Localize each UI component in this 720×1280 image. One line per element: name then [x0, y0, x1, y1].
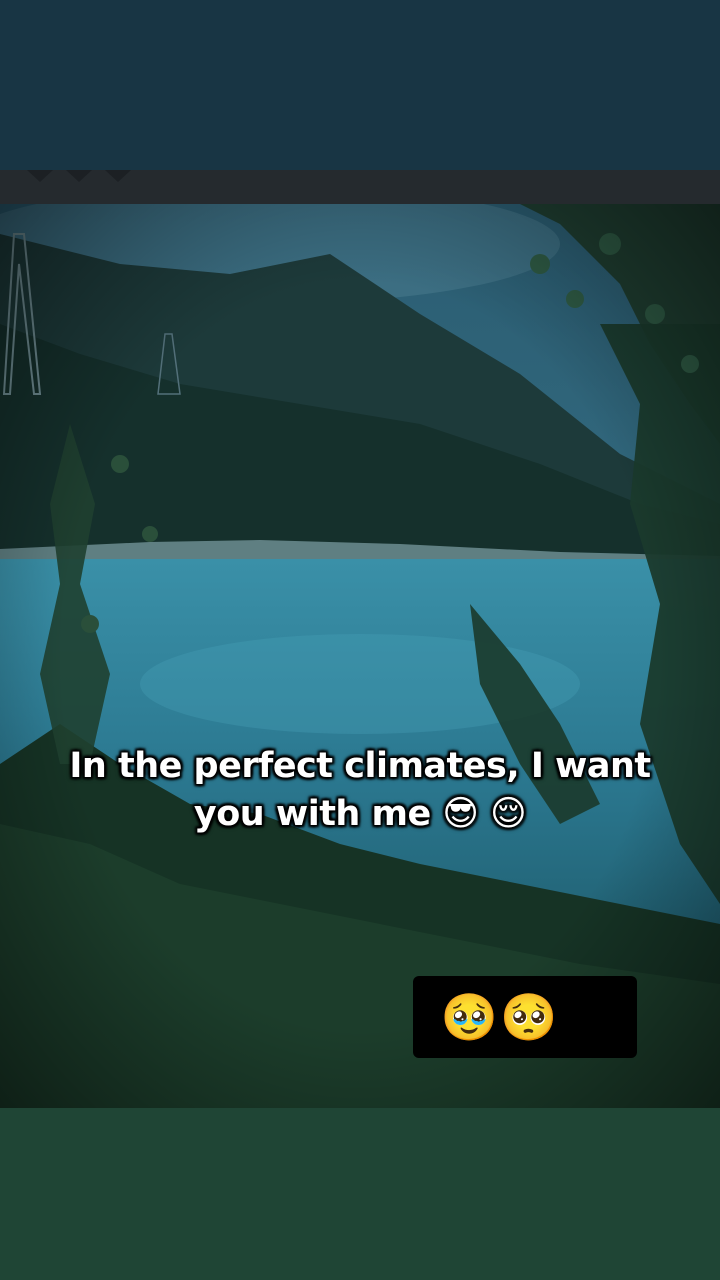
emoji-sticker: 🥹🥺😔 — [413, 976, 637, 1058]
top-background — [0, 0, 720, 170]
strip-marker — [66, 170, 92, 182]
lake-scene-image — [0, 204, 720, 1108]
strip-marker — [27, 170, 53, 182]
strip-marker — [105, 170, 131, 182]
bottom-background — [0, 1108, 720, 1280]
video-caption: In the perfect climates, I want you with… — [20, 742, 700, 838]
video-frame[interactable] — [0, 204, 720, 1108]
emoji-sticker-text: 🥹🥺😔 — [440, 990, 610, 1044]
caption-line-1: In the perfect climates, I want — [69, 746, 651, 786]
caption-line-2: you with me 😎 😌 — [193, 794, 527, 834]
video-top-strip — [0, 170, 720, 204]
